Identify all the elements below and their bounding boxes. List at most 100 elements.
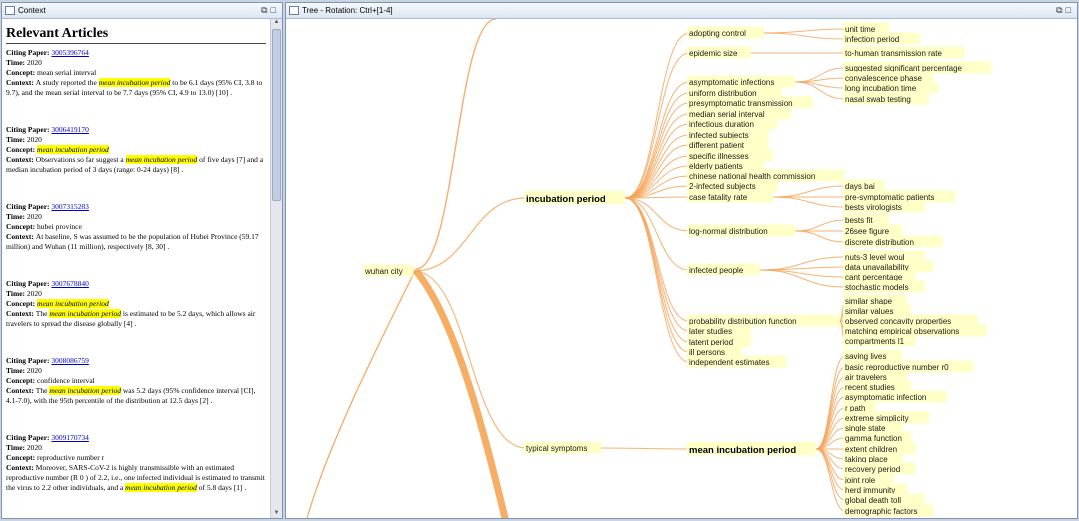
time-value: 2020 (26, 289, 42, 298)
tree-node-label[interactable]: discrete distribution (845, 238, 914, 247)
tree-node-label[interactable]: epidemic size (689, 49, 738, 58)
tree-node-label[interactable]: recovery period (845, 465, 900, 474)
tree-edge (625, 197, 690, 322)
context-label: Context: (6, 232, 36, 241)
tree-node-label[interactable]: global death toll (845, 496, 901, 505)
time-label: Time: (6, 366, 27, 375)
tree-node-label[interactable]: 26see figure (845, 227, 890, 236)
heading-divider (6, 43, 266, 44)
citing-paper-link[interactable]: 3007678840 (51, 279, 89, 288)
context-text: The (35, 386, 50, 395)
tree-edge (816, 448, 846, 501)
concept-tree[interactable]: wuhan city incubation period adopting cont… (286, 19, 1077, 519)
context-title: Context (18, 6, 46, 15)
tree-edge (759, 266, 846, 271)
tree-edge (415, 19, 497, 270)
concept-value: reproductive number r (37, 453, 105, 462)
article-entry: Citing Paper: 3007678840 Time: 2020 Concep… (6, 279, 266, 329)
tree-node-label[interactable]: stochastic models (845, 283, 909, 292)
context-label: Context: (6, 386, 36, 395)
time-label: Time: (6, 135, 27, 144)
time-value: 2020 (26, 135, 42, 144)
tree-node-label[interactable]: bests fit (845, 216, 873, 225)
maximize-icon[interactable]: □ (271, 5, 279, 15)
citing-label: Citing Paper: (6, 433, 52, 442)
article-entry: Citing Paper: 3005396764 Time: 2020 Concep… (6, 48, 266, 98)
tree-node-label[interactable]: mean incubation period (689, 445, 796, 456)
citing-paper-link[interactable]: 3008086759 (51, 356, 89, 365)
scroll-thumb[interactable] (272, 29, 281, 201)
tree-node-label[interactable]: saving lives (845, 352, 886, 361)
context-scrollbar[interactable]: ▲ ▼ (270, 19, 282, 518)
tree-edge (413, 197, 527, 272)
restore-icon[interactable]: ⧉ (1056, 5, 1065, 15)
tree-node-label[interactable]: long incubation time (845, 84, 917, 93)
restore-icon[interactable]: ⧉ (261, 5, 270, 15)
tree-node-label[interactable]: infection period (845, 35, 899, 44)
citing-label: Citing Paper: (6, 202, 52, 211)
tree-panel: Tree - Rotation: Ctrl+[1-4] ⧉□ wuhan cit… (285, 2, 1078, 519)
tree-node-label[interactable]: 2-infected subjects (689, 182, 756, 191)
tree-node-label[interactable]: wuhan city (364, 267, 403, 276)
tree-node-label[interactable]: demographic factors (845, 507, 917, 516)
context-panel: Context ⧉□ Relevant Articles Citing Pape… (1, 2, 283, 519)
tree-node-label[interactable]: later studies (689, 327, 732, 336)
tree-edge (625, 81, 690, 199)
tree-edge (795, 219, 846, 232)
tree-node-label[interactable]: infected people (689, 266, 744, 275)
tree-node-label[interactable]: infectious duration (689, 120, 754, 129)
tree-title: Tree - Rotation: Ctrl+[1-4] (302, 6, 393, 15)
tree-edge (764, 28, 846, 34)
tree-titlebar: Tree - Rotation: Ctrl+[1-4] ⧉□ (286, 3, 1077, 19)
tree-node-label[interactable]: asymptomatic infections (689, 78, 774, 87)
tree-node-label[interactable]: nasal swab testing (845, 95, 911, 104)
tree-node-label[interactable]: presymptomatic transmission (689, 99, 793, 108)
citing-label: Citing Paper: (6, 356, 52, 365)
tree-node-label[interactable]: case fatality rate (689, 193, 748, 202)
scroll-up-icon[interactable]: ▲ (272, 19, 281, 27)
citing-paper-link[interactable]: 3009170734 (51, 433, 89, 442)
tree-edge (764, 32, 846, 40)
tree-edge (773, 185, 846, 198)
tree-edge (816, 448, 846, 491)
context-label: Context: (6, 155, 36, 164)
tree-edge (625, 197, 690, 343)
tree-node-label[interactable]: typical symptoms (526, 444, 587, 453)
tree-node-label[interactable]: days bai (845, 182, 875, 191)
tree-node-label[interactable]: bests virologists (845, 203, 902, 212)
tree-node-label[interactable]: log-normal distribution (689, 227, 768, 236)
tree-edge (413, 268, 509, 518)
citing-paper-link[interactable]: 3006419170 (51, 125, 89, 134)
tree-node-label[interactable]: incubation period (526, 194, 606, 205)
context-text: The (35, 309, 50, 318)
article-entry: Citing Paper: 3006419170 Time: 2020 Concep… (6, 125, 266, 175)
time-value: 2020 (26, 443, 42, 452)
tree-node-label[interactable]: gamma function (845, 434, 902, 443)
tree-edge (816, 386, 846, 450)
tree-edge (759, 269, 846, 288)
maximize-icon[interactable]: □ (1066, 5, 1074, 15)
concept-value: mean incubation period (37, 145, 109, 154)
tree-node-label[interactable]: to-human transmission rate (845, 49, 942, 58)
context-label: Context: (6, 463, 36, 472)
articles-list: Relevant Articles Citing Paper: 30053967… (2, 19, 270, 518)
citing-paper-link[interactable]: 3005396764 (51, 48, 89, 57)
concept-value: mean serial interval (37, 68, 97, 77)
scroll-down-icon[interactable]: ▼ (272, 510, 281, 518)
time-label: Time: (6, 212, 27, 221)
time-value: 2020 (26, 58, 42, 67)
context-text: At baseline, S was assumed to be the pop… (6, 232, 259, 251)
tree-edge (625, 197, 690, 332)
time-label: Time: (6, 58, 27, 67)
citing-paper-link[interactable]: 3007315283 (51, 202, 89, 211)
citing-label: Citing Paper: (6, 279, 52, 288)
tree-node-label[interactable]: adopting control (689, 29, 746, 38)
tree-node-label[interactable]: independent estimates (689, 358, 770, 367)
article-entry: Citing Paper: 3009170734 Time: 2020 Concep… (6, 433, 266, 493)
tree-node-label[interactable]: different patient (689, 141, 745, 150)
context-titlebar: Context ⧉□ (2, 3, 282, 19)
tree-node-label[interactable]: compartments l1 (845, 337, 905, 346)
tree-node-label[interactable]: asymptomatic infection (845, 393, 926, 402)
context-highlight: mean incubation period (49, 309, 122, 318)
time-label: Time: (6, 443, 27, 452)
